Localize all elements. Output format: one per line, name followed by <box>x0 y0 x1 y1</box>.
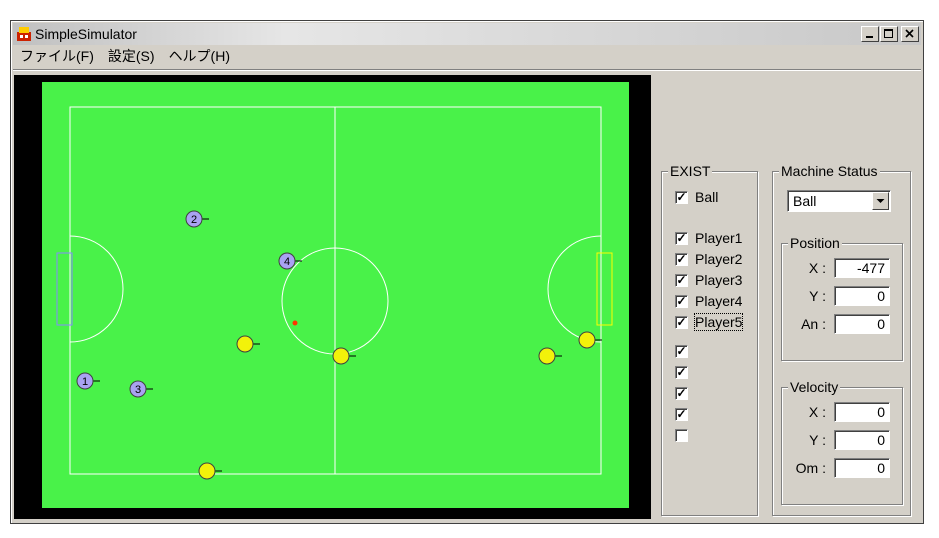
enemy-robot-4[interactable] <box>538 347 562 365</box>
position-title: Position <box>788 235 842 251</box>
checkbox-label: Player1 <box>695 230 743 246</box>
app-icon <box>16 26 32 42</box>
checkbox-player4[interactable]: ✓ Player4 <box>675 292 742 310</box>
machine-select[interactable]: Ball <box>787 190 891 212</box>
menu-settings[interactable]: 設定(S) <box>101 46 162 66</box>
checkbox-box[interactable]: ✓ <box>675 273 688 287</box>
title-bar[interactable]: SimpleSimulator <box>13 23 921 45</box>
checkbox-box[interactable]: ✓ <box>675 231 688 245</box>
checkbox-player2[interactable]: ✓ Player2 <box>675 250 742 268</box>
machine-select-value: Ball <box>793 193 817 209</box>
position-y-field[interactable]: 0 <box>834 286 890 306</box>
velocity-omega-label: Om : <box>795 460 826 476</box>
velocity-title: Velocity <box>788 379 841 395</box>
checkbox-box[interactable]: ✓ <box>675 315 688 329</box>
checkbox-enemy1[interactable]: ✓ <box>675 342 695 360</box>
velocity-y-label: Y : <box>809 432 826 448</box>
maximize-icon <box>884 29 893 38</box>
checkbox-enemy3[interactable]: ✓ <box>675 384 695 402</box>
checkbox-label: Player5 <box>693 313 744 331</box>
exist-group: EXIST ✓ Ball ✓ Player1 ✓ Player2 ✓ Player3 ✓ Pl… <box>661 163 758 516</box>
checkbox-label: Player2 <box>695 251 743 267</box>
machine-status-title: Machine Status <box>779 163 880 179</box>
menu-file[interactable]: ファイル(F) <box>13 46 101 66</box>
window-title: SimpleSimulator <box>35 26 137 42</box>
enemy-robot-1[interactable] <box>198 462 222 480</box>
machine-status-group: Machine Status Ball Position X : -477 Y :… <box>772 163 911 516</box>
checkbox-player3[interactable]: ✓ Player3 <box>675 271 742 289</box>
velocity-y-field[interactable]: 0 <box>834 430 890 450</box>
position-x-label: X : <box>808 260 826 276</box>
player-robot-2[interactable]: 2 <box>185 210 209 228</box>
minimize-button[interactable] <box>861 26 879 42</box>
robot-number: 4 <box>284 256 290 268</box>
soccer-field[interactable]: 1 2 3 4 <box>42 82 629 508</box>
maximize-button[interactable] <box>880 26 898 42</box>
checkbox-box[interactable]: ✓ <box>675 386 688 400</box>
field-view: 1 2 3 4 <box>14 75 651 519</box>
enemy-robot-3[interactable] <box>236 335 260 353</box>
velocity-x-label: X : <box>808 404 826 420</box>
checkbox-player5[interactable]: ✓ Player5 <box>675 313 744 331</box>
checkbox-box[interactable]: ✓ <box>675 190 688 204</box>
menu-bar: ファイル(F) 設定(S) ヘルプ(H) <box>13 46 921 66</box>
position-angle-label: An : <box>801 316 826 332</box>
checkbox-label: Player3 <box>695 272 743 288</box>
checkbox-box[interactable]: ✓ <box>675 294 688 308</box>
checkbox-player1[interactable]: ✓ Player1 <box>675 229 742 247</box>
checkbox-box[interactable]: ✓ <box>675 252 688 266</box>
checkbox-enemy4[interactable]: ✓ <box>675 405 695 423</box>
checkbox-label: Player4 <box>695 293 743 309</box>
robot-number: 2 <box>191 214 197 226</box>
position-y-label: Y : <box>809 288 826 304</box>
velocity-omega-field[interactable]: 0 <box>834 458 890 478</box>
close-button[interactable] <box>901 26 919 42</box>
position-group: Position X : -477 Y : 0 An : 0 <box>781 235 903 361</box>
app-window: SimpleSimulator ファイル(F) 設定(S) ヘルプ(H) 1 2… <box>10 20 924 524</box>
exist-title: EXIST <box>668 163 713 179</box>
position-angle-field[interactable]: 0 <box>834 314 890 334</box>
checkbox-box[interactable] <box>675 428 688 442</box>
player-robot-3[interactable]: 3 <box>129 380 153 398</box>
minimize-icon <box>866 36 873 38</box>
checkbox-box[interactable]: ✓ <box>675 407 688 421</box>
dropdown-button[interactable] <box>872 192 889 210</box>
enemy-robot-5[interactable] <box>578 331 602 349</box>
menu-separator <box>13 69 921 71</box>
checkbox-box[interactable]: ✓ <box>675 365 688 379</box>
close-icon <box>905 29 914 38</box>
checkbox-ball[interactable]: ✓ Ball <box>675 188 718 206</box>
menu-help[interactable]: ヘルプ(H) <box>162 46 237 66</box>
player-robot-4[interactable]: 4 <box>278 252 302 270</box>
checkbox-box[interactable]: ✓ <box>675 344 688 358</box>
checkbox-enemy2[interactable]: ✓ <box>675 363 695 381</box>
position-x-field[interactable]: -477 <box>834 258 890 278</box>
field-drawing: 1 2 3 4 <box>56 106 613 480</box>
enemy-robot-2[interactable] <box>332 347 356 365</box>
velocity-group: Velocity X : 0 Y : 0 Om : 0 <box>781 379 903 505</box>
chevron-down-icon <box>876 199 885 203</box>
robot-number: 3 <box>135 384 141 396</box>
control-panel: EXIST ✓ Ball ✓ Player1 ✓ Player2 ✓ Player3 ✓ Pl… <box>651 75 919 519</box>
checkbox-enemy5[interactable] <box>675 426 695 444</box>
ball[interactable] <box>292 320 298 326</box>
player-robot-1[interactable]: 1 <box>76 372 100 390</box>
velocity-x-field[interactable]: 0 <box>834 402 890 422</box>
robot-number: 1 <box>82 376 88 388</box>
